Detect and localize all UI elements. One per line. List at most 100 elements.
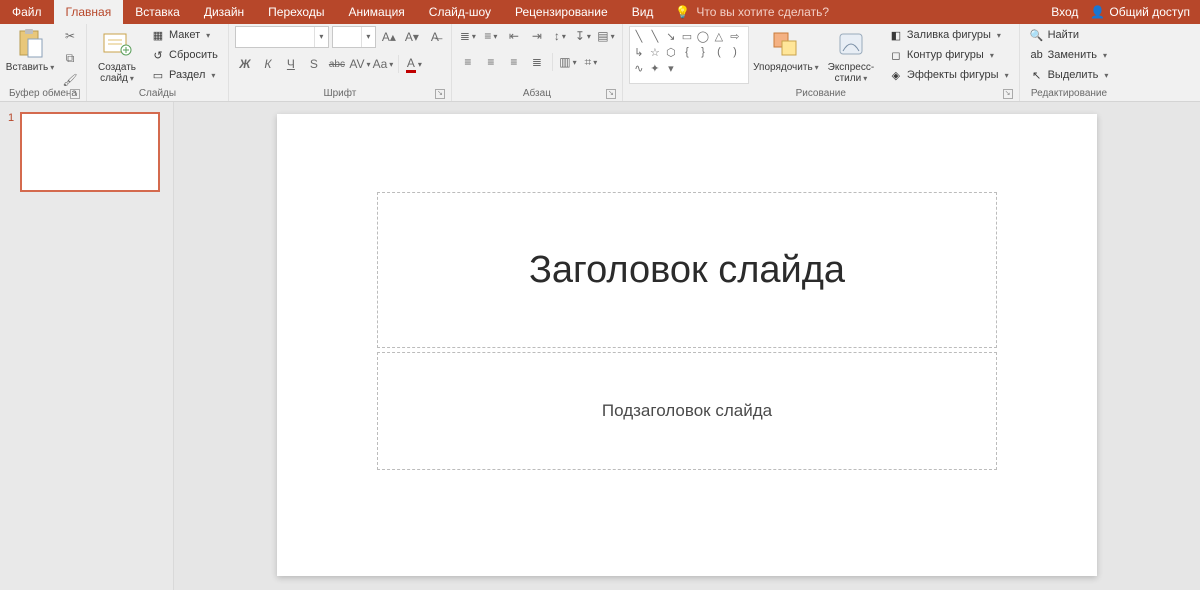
shape-arrow-icon[interactable]: ↘ bbox=[664, 29, 678, 43]
ribbon: Вставить▾ ✂ ⧉ 🖌 Буфер обмена↘ Создать сл… bbox=[0, 24, 1200, 102]
decrease-font-button[interactable]: A▾ bbox=[402, 27, 422, 47]
shape-paren-r-icon[interactable]: ) bbox=[728, 45, 742, 59]
share-icon: 👤 bbox=[1090, 5, 1105, 19]
shape-tri-icon[interactable]: △ bbox=[712, 29, 726, 43]
increase-indent-button[interactable]: ⇥ bbox=[527, 26, 547, 46]
select-button[interactable]: ↖Выделить▾ bbox=[1026, 66, 1113, 84]
align-left-button[interactable]: ≡ bbox=[458, 52, 478, 72]
align-right-button[interactable]: ≡ bbox=[504, 52, 524, 72]
shape-brace-r-icon[interactable]: } bbox=[696, 45, 710, 59]
sign-in-link[interactable]: Вход bbox=[1051, 5, 1078, 19]
strikethrough-button[interactable]: abc bbox=[327, 54, 347, 74]
find-button[interactable]: 🔍Найти bbox=[1026, 26, 1113, 44]
font-dialog-launcher[interactable]: ↘ bbox=[435, 89, 445, 99]
font-size-combo[interactable]: ▾ bbox=[332, 26, 376, 48]
shape-arrowr-icon[interactable]: ⇨ bbox=[728, 29, 742, 43]
shape-line-icon[interactable]: ╲ bbox=[632, 29, 646, 43]
group-slides: Создать слайд▾ ▦Макет▾ ↺Сбросить ▭Раздел… bbox=[87, 24, 229, 101]
shape-oval-icon[interactable]: ◯ bbox=[696, 29, 710, 43]
group-clipboard-label: Буфер обмена bbox=[9, 88, 77, 99]
font-color-button[interactable]: A▾ bbox=[404, 54, 424, 74]
shape-star-icon[interactable]: ☆ bbox=[648, 45, 662, 59]
shape-hex-icon[interactable]: ⬡ bbox=[664, 45, 678, 59]
paste-button[interactable]: Вставить▾ bbox=[6, 26, 54, 86]
layout-button[interactable]: ▦Макет▾ bbox=[147, 26, 222, 44]
new-slide-icon bbox=[101, 28, 133, 60]
shape-conn-icon[interactable]: ↳ bbox=[632, 45, 646, 59]
arrange-button[interactable]: Упорядочить▾ bbox=[755, 26, 817, 86]
font-size-dropdown[interactable]: ▾ bbox=[361, 27, 375, 47]
shape-more-icon[interactable]: ▾ bbox=[664, 61, 678, 75]
numbering-button[interactable]: ≡▾ bbox=[481, 26, 501, 46]
reset-button[interactable]: ↺Сбросить bbox=[147, 46, 222, 64]
section-button[interactable]: ▭Раздел▾ bbox=[147, 66, 222, 84]
shape-curve-icon[interactable]: ∿ bbox=[632, 61, 646, 75]
tab-transitions[interactable]: Переходы bbox=[256, 0, 336, 24]
tab-design[interactable]: Дизайн bbox=[192, 0, 256, 24]
cut-button[interactable]: ✂ bbox=[60, 26, 80, 46]
group-paragraph-label: Абзац bbox=[523, 88, 551, 99]
group-slides-label: Слайды bbox=[139, 88, 176, 99]
bold-button[interactable]: Ж bbox=[235, 54, 255, 74]
tell-me-search[interactable]: 💡 Что вы хотите сделать? bbox=[665, 0, 839, 24]
shape-paren-l-icon[interactable]: ( bbox=[712, 45, 726, 59]
thumbnail-preview[interactable] bbox=[20, 112, 160, 192]
clipboard-dialog-launcher[interactable]: ↘ bbox=[70, 89, 80, 99]
text-direction-button[interactable]: ↧▾ bbox=[573, 26, 593, 46]
fill-icon: ◧ bbox=[889, 28, 903, 42]
format-painter-button[interactable]: 🖌 bbox=[60, 70, 80, 90]
columns-button[interactable]: ▥▾ bbox=[558, 52, 578, 72]
char-spacing-button[interactable]: AV▾ bbox=[350, 54, 370, 74]
tab-home[interactable]: Главная bbox=[54, 0, 124, 24]
align-center-button[interactable]: ≡ bbox=[481, 52, 501, 72]
replace-icon: ab bbox=[1030, 48, 1044, 62]
thumbnail-item[interactable]: 1 bbox=[8, 112, 165, 192]
tab-slideshow[interactable]: Слайд-шоу bbox=[417, 0, 503, 24]
slide-thumbnails-pane[interactable]: 1 bbox=[0, 102, 174, 590]
convert-smartart-button[interactable]: ⌗▾ bbox=[581, 52, 601, 72]
outline-icon: ◻ bbox=[889, 48, 903, 62]
text-shadow-button[interactable]: S bbox=[304, 54, 324, 74]
underline-button[interactable]: Ч bbox=[281, 54, 301, 74]
font-name-input[interactable] bbox=[236, 27, 314, 47]
tab-file[interactable]: Файл bbox=[0, 0, 54, 24]
clear-formatting-button[interactable]: A̶ bbox=[425, 27, 445, 47]
align-text-button[interactable]: ▤▾ bbox=[596, 26, 616, 46]
shape-callout-icon[interactable]: ✦ bbox=[648, 61, 662, 75]
increase-font-button[interactable]: A▴ bbox=[379, 27, 399, 47]
title-placeholder[interactable]: Заголовок слайда bbox=[377, 192, 997, 348]
font-name-dropdown[interactable]: ▾ bbox=[314, 27, 328, 47]
group-editing: 🔍Найти abЗаменить▾ ↖Выделить▾ Редактиров… bbox=[1020, 24, 1119, 101]
font-size-input[interactable] bbox=[333, 27, 361, 47]
subtitle-placeholder-text: Подзаголовок слайда bbox=[602, 401, 772, 421]
tab-review[interactable]: Рецензирование bbox=[503, 0, 620, 24]
new-slide-button[interactable]: Создать слайд▾ bbox=[93, 26, 141, 86]
decrease-indent-button[interactable]: ⇤ bbox=[504, 26, 524, 46]
tab-view[interactable]: Вид bbox=[620, 0, 666, 24]
shapes-gallery[interactable]: ╲ ╲ ↘ ▭ ◯ △ ⇨ ↳ ☆ ⬡ { } ( ) ∿ ✦ ▾ bbox=[629, 26, 749, 84]
change-case-button[interactable]: Aa▾ bbox=[373, 54, 393, 74]
share-button[interactable]: 👤Общий доступ bbox=[1090, 5, 1190, 19]
slide-canvas-area[interactable]: Заголовок слайда Подзаголовок слайда bbox=[174, 102, 1200, 590]
tab-insert[interactable]: Вставка bbox=[123, 0, 192, 24]
shape-rect-icon[interactable]: ▭ bbox=[680, 29, 694, 43]
layout-icon: ▦ bbox=[151, 28, 165, 42]
subtitle-placeholder[interactable]: Подзаголовок слайда bbox=[377, 352, 997, 470]
shape-fill-button[interactable]: ◧Заливка фигуры▾ bbox=[885, 26, 1013, 44]
bullets-button[interactable]: ≣▾ bbox=[458, 26, 478, 46]
drawing-dialog-launcher[interactable]: ↘ bbox=[1003, 89, 1013, 99]
shape-outline-button[interactable]: ◻Контур фигуры▾ bbox=[885, 46, 1013, 64]
shape-effects-button[interactable]: ◈Эффекты фигуры▾ bbox=[885, 66, 1013, 84]
tab-animations[interactable]: Анимация bbox=[336, 0, 416, 24]
justify-button[interactable]: ≣ bbox=[527, 52, 547, 72]
shape-line2-icon[interactable]: ╲ bbox=[648, 29, 662, 43]
replace-button[interactable]: abЗаменить▾ bbox=[1026, 46, 1113, 64]
italic-button[interactable]: К bbox=[258, 54, 278, 74]
paragraph-dialog-launcher[interactable]: ↘ bbox=[606, 89, 616, 99]
font-name-combo[interactable]: ▾ bbox=[235, 26, 329, 48]
slide[interactable]: Заголовок слайда Подзаголовок слайда bbox=[277, 114, 1097, 576]
copy-button[interactable]: ⧉ bbox=[60, 48, 80, 68]
shape-brace-l-icon[interactable]: { bbox=[680, 45, 694, 59]
quick-styles-button[interactable]: Экспресс-стили▾ bbox=[823, 26, 879, 86]
line-spacing-button[interactable]: ↕▾ bbox=[550, 26, 570, 46]
